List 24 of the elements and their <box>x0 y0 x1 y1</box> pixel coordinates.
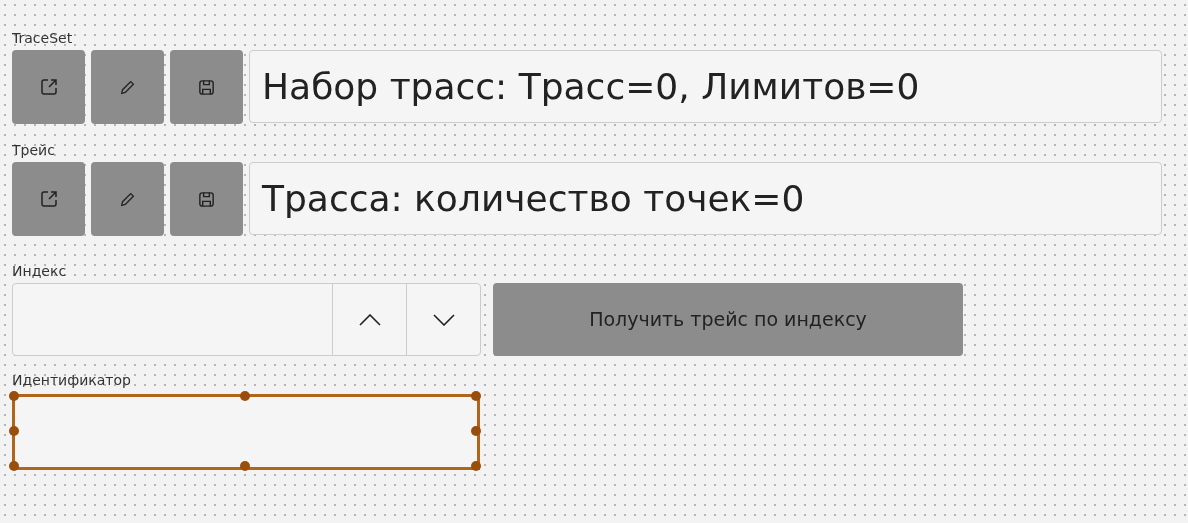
resize-handle[interactable] <box>8 390 19 401</box>
summary-display: Трасса: количество точек=0 <box>249 162 1162 235</box>
resize-handle[interactable] <box>239 460 250 471</box>
identifier-field[interactable] <box>12 394 480 470</box>
pencil-icon <box>118 78 137 96</box>
resize-handle[interactable] <box>470 390 481 401</box>
field-label: Идентификатор <box>12 371 131 389</box>
resize-handle[interactable] <box>470 425 481 436</box>
resize-handle[interactable] <box>8 460 19 471</box>
save-button[interactable] <box>170 162 243 236</box>
field-label: TraceSet <box>12 29 73 47</box>
summary-display: Набор трасс: Трасс=0, Лимитов=0 <box>249 50 1162 123</box>
open-external-icon <box>38 77 59 97</box>
open-external-icon <box>38 189 59 209</box>
resize-handle[interactable] <box>8 425 19 436</box>
resize-handle[interactable] <box>470 460 481 471</box>
resize-handle[interactable] <box>239 390 250 401</box>
field-label: Индекс <box>12 262 67 280</box>
save-button[interactable] <box>170 50 243 124</box>
chevron-up-icon <box>358 313 381 326</box>
chevron-down-icon <box>432 313 455 326</box>
pencil-icon <box>118 190 137 208</box>
field-label: Трейс <box>12 141 55 159</box>
get-by-index-button[interactable]: Получить трейс по индексу <box>493 283 963 356</box>
